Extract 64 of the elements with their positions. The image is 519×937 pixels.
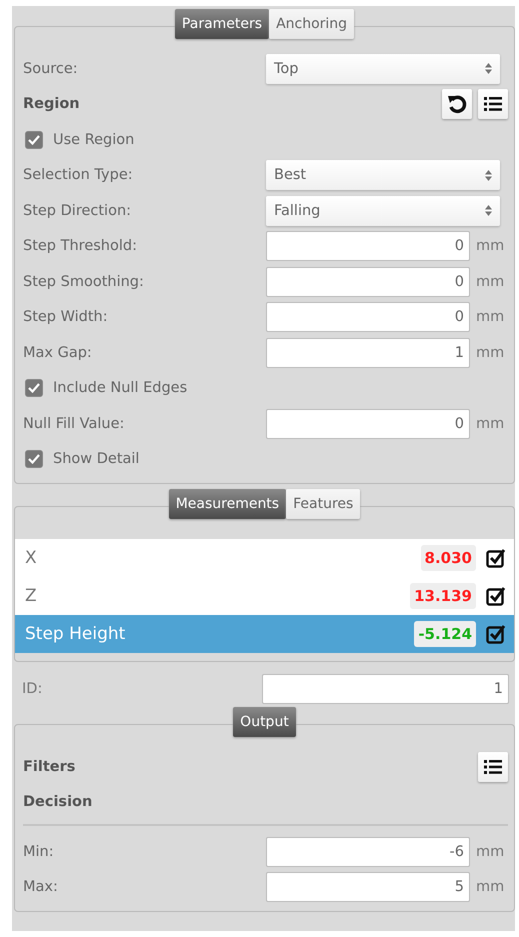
- input-field[interactable]: 0: [266, 231, 470, 262]
- list-icon: [484, 758, 502, 775]
- unit-label: mm: [476, 309, 504, 326]
- unit-label: mm: [476, 416, 504, 432]
- field-label: Selection Type:: [23, 167, 134, 184]
- field-label: Step Width:: [23, 309, 109, 326]
- checkbox-label: Include Null Edges: [53, 380, 188, 396]
- field-label: Null Fill Value:: [23, 416, 126, 432]
- measurement-name: Z: [25, 586, 38, 606]
- field-label: Step Threshold:: [23, 238, 138, 254]
- field-label: ID:: [22, 681, 44, 697]
- measurement-item[interactable]: Z 13.139: [15, 577, 514, 615]
- dropdown[interactable]: Falling: [266, 196, 500, 226]
- list-button[interactable]: [478, 89, 508, 120]
- tab[interactable]: Output: [233, 707, 296, 737]
- input-field[interactable]: -6: [266, 836, 470, 867]
- unit-label: mm: [476, 844, 504, 860]
- input-field[interactable]: 1: [266, 338, 470, 368]
- field-label: Max:: [23, 879, 59, 896]
- unit-label: mm: [476, 238, 504, 254]
- measurement-name: Step Height: [25, 624, 126, 644]
- input-field[interactable]: 0: [266, 408, 470, 439]
- select-arrows-icon: [485, 63, 492, 74]
- input-field[interactable]: 5: [266, 872, 470, 902]
- checkbox[interactable]: [25, 450, 43, 468]
- checkbox[interactable]: [25, 130, 43, 149]
- field-label: Max Gap:: [23, 344, 93, 361]
- list-button[interactable]: [478, 752, 508, 782]
- list-icon: [484, 96, 502, 112]
- tab[interactable]: Parameters: [174, 9, 270, 39]
- checkbox[interactable]: [25, 379, 43, 398]
- tab[interactable]: Measurements: [168, 489, 286, 519]
- checkbox-label: Use Region: [53, 132, 134, 148]
- tab[interactable]: Anchoring: [269, 9, 354, 39]
- dropdown[interactable]: Top: [266, 54, 500, 84]
- section-heading: Region: [23, 96, 81, 112]
- measurement-item[interactable]: Step Height -5.124: [15, 615, 514, 653]
- measurement-value: 13.139: [410, 583, 476, 609]
- field-label: Min:: [23, 844, 55, 860]
- unit-label: mm: [476, 344, 504, 361]
- checked-box-icon[interactable]: [486, 586, 506, 606]
- checked-box-icon[interactable]: [486, 548, 506, 568]
- measurement-name: X: [25, 548, 38, 568]
- section-heading: Filters: [23, 758, 76, 775]
- input-field[interactable]: 0: [266, 266, 470, 297]
- select-arrows-icon: [485, 205, 492, 216]
- unit-label: mm: [476, 879, 504, 896]
- field-label: Source:: [23, 60, 79, 77]
- unit-label: mm: [476, 274, 504, 290]
- section-heading: Decision: [23, 794, 94, 810]
- measurement-value: -5.124: [414, 621, 476, 647]
- measurement-item[interactable]: X 8.030: [15, 539, 514, 577]
- checked-box-icon[interactable]: [486, 624, 506, 644]
- field-label: Step Smoothing:: [23, 274, 145, 290]
- dropdown[interactable]: Best: [266, 160, 500, 190]
- measurement-value: 8.030: [420, 545, 476, 571]
- select-arrows-icon: [485, 170, 492, 181]
- field-label: Step Direction:: [23, 202, 132, 219]
- input-field[interactable]: 1: [262, 674, 509, 704]
- reset-icon: [447, 94, 467, 114]
- reset-button[interactable]: [442, 89, 472, 120]
- input-field[interactable]: 0: [266, 302, 470, 332]
- tab[interactable]: Features: [286, 489, 360, 519]
- checkbox-label: Show Detail: [53, 451, 140, 468]
